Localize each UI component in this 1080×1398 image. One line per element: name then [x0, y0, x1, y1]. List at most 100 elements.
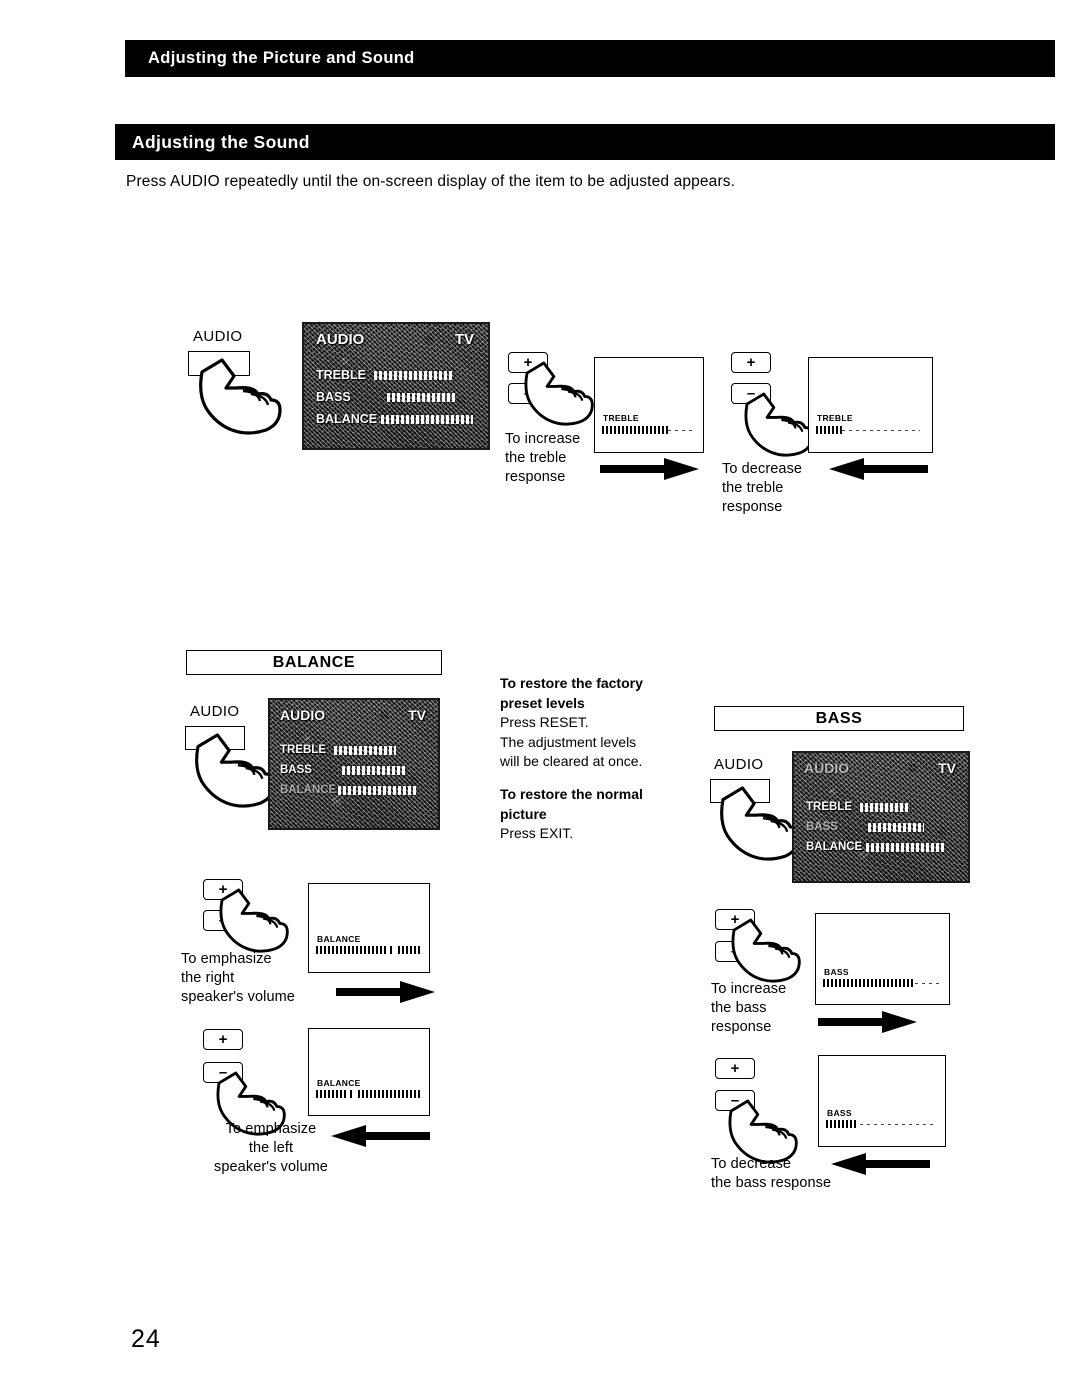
bass-section-title: BASS [815, 709, 863, 727]
mini-meter-balance-center-dot [390, 946, 394, 954]
arrow-right-treble-increase [600, 457, 700, 481]
tv-screen-audio-menu-bass: AUDIO TV TREBLE BASS BALANCE [792, 751, 970, 883]
mini-meter-tail [842, 430, 920, 431]
section-title: Adjusting the Sound [132, 131, 310, 152]
caption-line: the bass response [711, 1175, 832, 1191]
mini-meter-treble-low [816, 426, 842, 434]
osd-row-bass: BASS [316, 390, 455, 404]
osd-meter-treble [860, 802, 910, 812]
osd-row-bass: BASS [806, 821, 924, 833]
osd-label-balance: BALANCE [280, 784, 337, 796]
arrow-right-balance-right [336, 980, 436, 1004]
osd-meter-bass [341, 765, 406, 775]
balance-section-title: BALANCE [272, 653, 356, 671]
audio-button-label-bass: AUDIO [714, 756, 764, 773]
osd-row-treble: TREBLE [280, 744, 396, 756]
mini-label-treble: TREBLE [817, 413, 853, 423]
mini-label-bass: BASS [827, 1108, 852, 1118]
osd-label-treble: TREBLE [316, 368, 366, 382]
caption-line: the treble [722, 480, 784, 496]
intro-paragraph: Press AUDIO repeatedly until the on-scre… [126, 173, 736, 190]
chapter-header-bar: Adjusting the Picture and Sound [125, 40, 1055, 77]
note-body-line: The adjustment levels [500, 733, 637, 750]
tv-screen-balance-left: BALANCE [308, 1028, 430, 1116]
hand-pointer-icon-treble-increase [522, 361, 594, 427]
note-body-line: Press RESET. [500, 714, 589, 730]
tv-screen-balance-right: BALANCE [308, 883, 430, 973]
plus-symbol: + [746, 354, 756, 371]
note-body-line: Press EXIT. [500, 825, 574, 841]
mini-label-balance: BALANCE [317, 934, 361, 944]
osd-label-balance: BALANCE [316, 412, 378, 426]
plus-button-bass-decrease[interactable]: + [715, 1058, 755, 1079]
chapter-title: Adjusting the Picture and Sound [148, 49, 415, 67]
caption-line: speaker's volume [214, 1159, 328, 1175]
note-heading-line: To restore the factory [500, 675, 643, 691]
bass-section-title-box: BASS [714, 706, 964, 731]
mini-label-balance: BALANCE [317, 1078, 361, 1088]
arrow-left-treble-decrease [828, 457, 928, 481]
osd-label-bass: BASS [316, 390, 351, 404]
hand-pointer-icon-treble-decrease [742, 392, 814, 458]
osd-title-tv: TV [938, 760, 956, 776]
tv-screen-treble-increase: TREBLE [594, 357, 704, 453]
tv-screen-bass-increase: BASS [815, 913, 950, 1005]
caption-line: response [722, 499, 783, 515]
osd-meter-balance [381, 414, 474, 424]
plus-symbol: + [730, 1060, 740, 1077]
osd-label-bass: BASS [806, 821, 838, 833]
mini-meter-balance-left-part [316, 946, 386, 954]
tv-screen-bass-decrease: BASS [818, 1055, 946, 1147]
osd-meter-treble [374, 370, 454, 380]
caption-line: speaker's volume [181, 989, 295, 1005]
mini-label-bass: BASS [824, 967, 849, 977]
hand-pointer-icon-balance-right [217, 888, 289, 954]
mini-meter-bass-low [826, 1120, 858, 1128]
plus-symbol: + [218, 1031, 228, 1048]
osd-title-audio: AUDIO [280, 707, 326, 723]
tv-screen-audio-menu-top: AUDIO TV TREBLE BASS BALANCE [302, 322, 490, 450]
note-restore-picture: To restore the normal picture Press EXIT… [500, 785, 690, 844]
manual-page: Adjusting the Picture and Sound Adjustin… [0, 0, 1080, 1398]
mini-meter-tail [915, 983, 941, 984]
hand-pointer-icon-bass [717, 786, 801, 862]
osd-meter-bass [867, 822, 924, 832]
audio-button-label-top: AUDIO [193, 328, 243, 345]
note-body-line: will be cleared at once. [500, 753, 643, 769]
osd-row-bass: BASS [280, 764, 406, 776]
osd-row-treble: TREBLE [806, 801, 910, 813]
osd-row-balance: BALANCE [280, 784, 419, 796]
balance-section-title-box: BALANCE [186, 650, 442, 675]
mini-meter-tail [668, 430, 696, 431]
mini-meter-balance-center-dot [350, 1090, 354, 1098]
osd-title-tv: TV [454, 331, 474, 348]
osd-label-bass: BASS [280, 764, 312, 776]
mini-meter-tail [860, 1124, 934, 1125]
audio-button-label-balance: AUDIO [190, 703, 240, 720]
plus-button-balance-left[interactable]: + [203, 1029, 243, 1050]
osd-label-balance: BALANCE [806, 841, 863, 853]
mini-meter-balance-right-part [398, 946, 420, 954]
arrow-left-bass-decrease [830, 1152, 930, 1176]
mini-label-treble: TREBLE [603, 413, 639, 423]
section-header-bar: Adjusting the Sound [115, 124, 1055, 160]
arrow-right-bass-increase [818, 1010, 918, 1034]
osd-row-balance: BALANCE [806, 841, 945, 853]
osd-row-balance: BALANCE [316, 412, 474, 426]
tv-screen-audio-menu-balance: AUDIO TV TREBLE BASS BALANCE [268, 698, 440, 830]
mini-meter-treble-high [602, 426, 668, 434]
mini-meter-bass-high [823, 979, 913, 987]
plus-button-treble-decrease[interactable]: + [731, 352, 771, 373]
osd-row-treble: TREBLE [316, 368, 454, 382]
hand-pointer-icon-balance [192, 733, 276, 809]
osd-meter-bass [386, 392, 455, 402]
mini-meter-balance-left-part [316, 1090, 346, 1098]
osd-meter-balance [338, 785, 419, 795]
note-heading-line: To restore the normal [500, 786, 643, 802]
osd-label-treble: TREBLE [280, 744, 326, 756]
note-heading-line: picture [500, 805, 547, 822]
mini-meter-balance-right-part [358, 1090, 420, 1098]
tv-screen-treble-decrease: TREBLE [808, 357, 933, 453]
page-number: 24 [131, 1325, 161, 1353]
osd-meter-balance [866, 842, 945, 852]
